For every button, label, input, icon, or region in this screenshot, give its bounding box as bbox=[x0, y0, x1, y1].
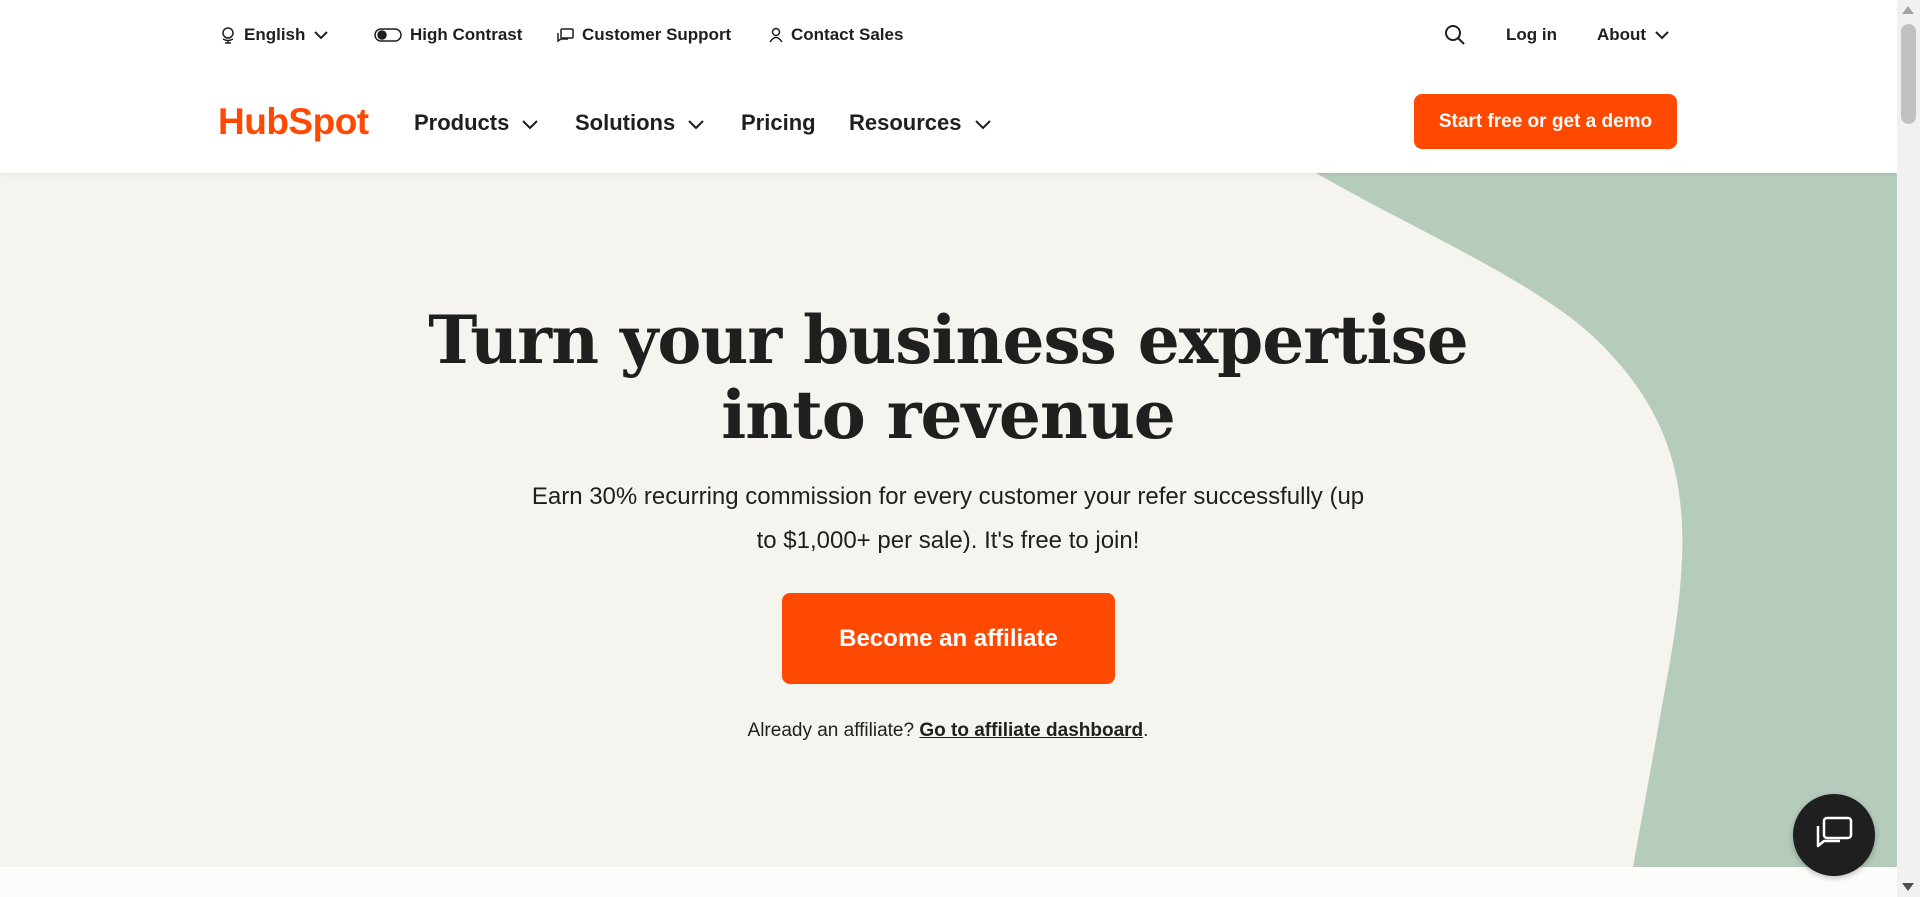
utility-bar: English High Contrast Customer Support C… bbox=[0, 0, 1897, 70]
page-scrollbar[interactable] bbox=[1897, 0, 1920, 897]
scroll-thumb[interactable] bbox=[1901, 24, 1916, 124]
hero-section: Turn your business expertise into revenu… bbox=[0, 173, 1897, 867]
language-label: English bbox=[244, 25, 306, 44]
chat-bubbles-icon bbox=[557, 27, 574, 43]
chevron-down-icon bbox=[974, 110, 992, 136]
nav-resources[interactable]: Resources bbox=[849, 108, 992, 138]
hero-subtitle-line-2: to $1,000+ per sale). It's free to join! bbox=[756, 527, 1140, 554]
login-label: Log in bbox=[1506, 25, 1557, 44]
nav-pricing[interactable]: Pricing bbox=[741, 108, 816, 138]
chevron-down-icon bbox=[1654, 30, 1670, 40]
globe-icon bbox=[220, 26, 236, 44]
logo-text: HubSpot bbox=[218, 101, 369, 142]
nav-solutions-label: Solutions bbox=[575, 110, 676, 135]
chat-launcher[interactable] bbox=[1793, 794, 1875, 876]
person-icon bbox=[769, 27, 783, 43]
language-selector[interactable]: English bbox=[220, 22, 329, 48]
already-affiliate-text: Already an affiliate? Go to affiliate da… bbox=[598, 720, 1298, 742]
already-affiliate-label: Already an affiliate? bbox=[747, 720, 915, 741]
customer-support-link[interactable]: Customer Support bbox=[557, 22, 731, 48]
hero-subtitle: Earn 30% recurring commission for every … bbox=[498, 475, 1398, 563]
about-menu[interactable]: About bbox=[1597, 22, 1670, 48]
chevron-down-icon bbox=[521, 110, 539, 136]
contact-sales-link[interactable]: Contact Sales bbox=[769, 22, 903, 48]
hubspot-logo[interactable]: HubSpot bbox=[218, 100, 369, 144]
hero-subtitle-line-1: Earn 30% recurring commission for every … bbox=[531, 483, 1365, 510]
chevron-down-icon bbox=[313, 30, 329, 40]
hero-title-line-2: into revenue bbox=[721, 376, 1176, 454]
already-period: . bbox=[1143, 720, 1149, 741]
main-navigation: HubSpot Products Solutions Pricing Resou… bbox=[0, 70, 1897, 173]
about-label: About bbox=[1597, 25, 1647, 44]
hero-title: Turn your business expertise into revenu… bbox=[398, 303, 1498, 453]
contact-sales-label: Contact Sales bbox=[791, 25, 904, 44]
contrast-toggle-icon bbox=[374, 28, 402, 42]
nav-pricing-label: Pricing bbox=[741, 110, 816, 135]
high-contrast-label: High Contrast bbox=[410, 25, 523, 44]
chat-launcher-icon bbox=[1814, 815, 1854, 856]
scroll-up-arrow[interactable] bbox=[1902, 6, 1914, 14]
customer-support-label: Customer Support bbox=[582, 25, 732, 44]
login-link[interactable]: Log in bbox=[1506, 22, 1557, 48]
become-affiliate-button[interactable]: Become an affiliate bbox=[782, 593, 1115, 684]
nav-solutions[interactable]: Solutions bbox=[575, 108, 705, 138]
nav-resources-label: Resources bbox=[849, 110, 962, 135]
search-icon bbox=[1444, 24, 1466, 46]
nav-products[interactable]: Products bbox=[414, 108, 539, 138]
high-contrast-toggle[interactable]: High Contrast bbox=[374, 22, 522, 48]
hero-title-line-1: Turn your business expertise bbox=[428, 301, 1468, 379]
nav-products-label: Products bbox=[414, 110, 510, 135]
page: English High Contrast Customer Support C… bbox=[0, 0, 1897, 897]
next-section bbox=[0, 867, 1897, 897]
search-button[interactable] bbox=[1444, 22, 1466, 48]
chevron-down-icon bbox=[687, 110, 705, 136]
affiliate-dashboard-link[interactable]: Go to affiliate dashboard bbox=[919, 720, 1143, 741]
scroll-down-arrow[interactable] bbox=[1902, 883, 1914, 891]
start-free-button[interactable]: Start free or get a demo bbox=[1414, 94, 1677, 149]
